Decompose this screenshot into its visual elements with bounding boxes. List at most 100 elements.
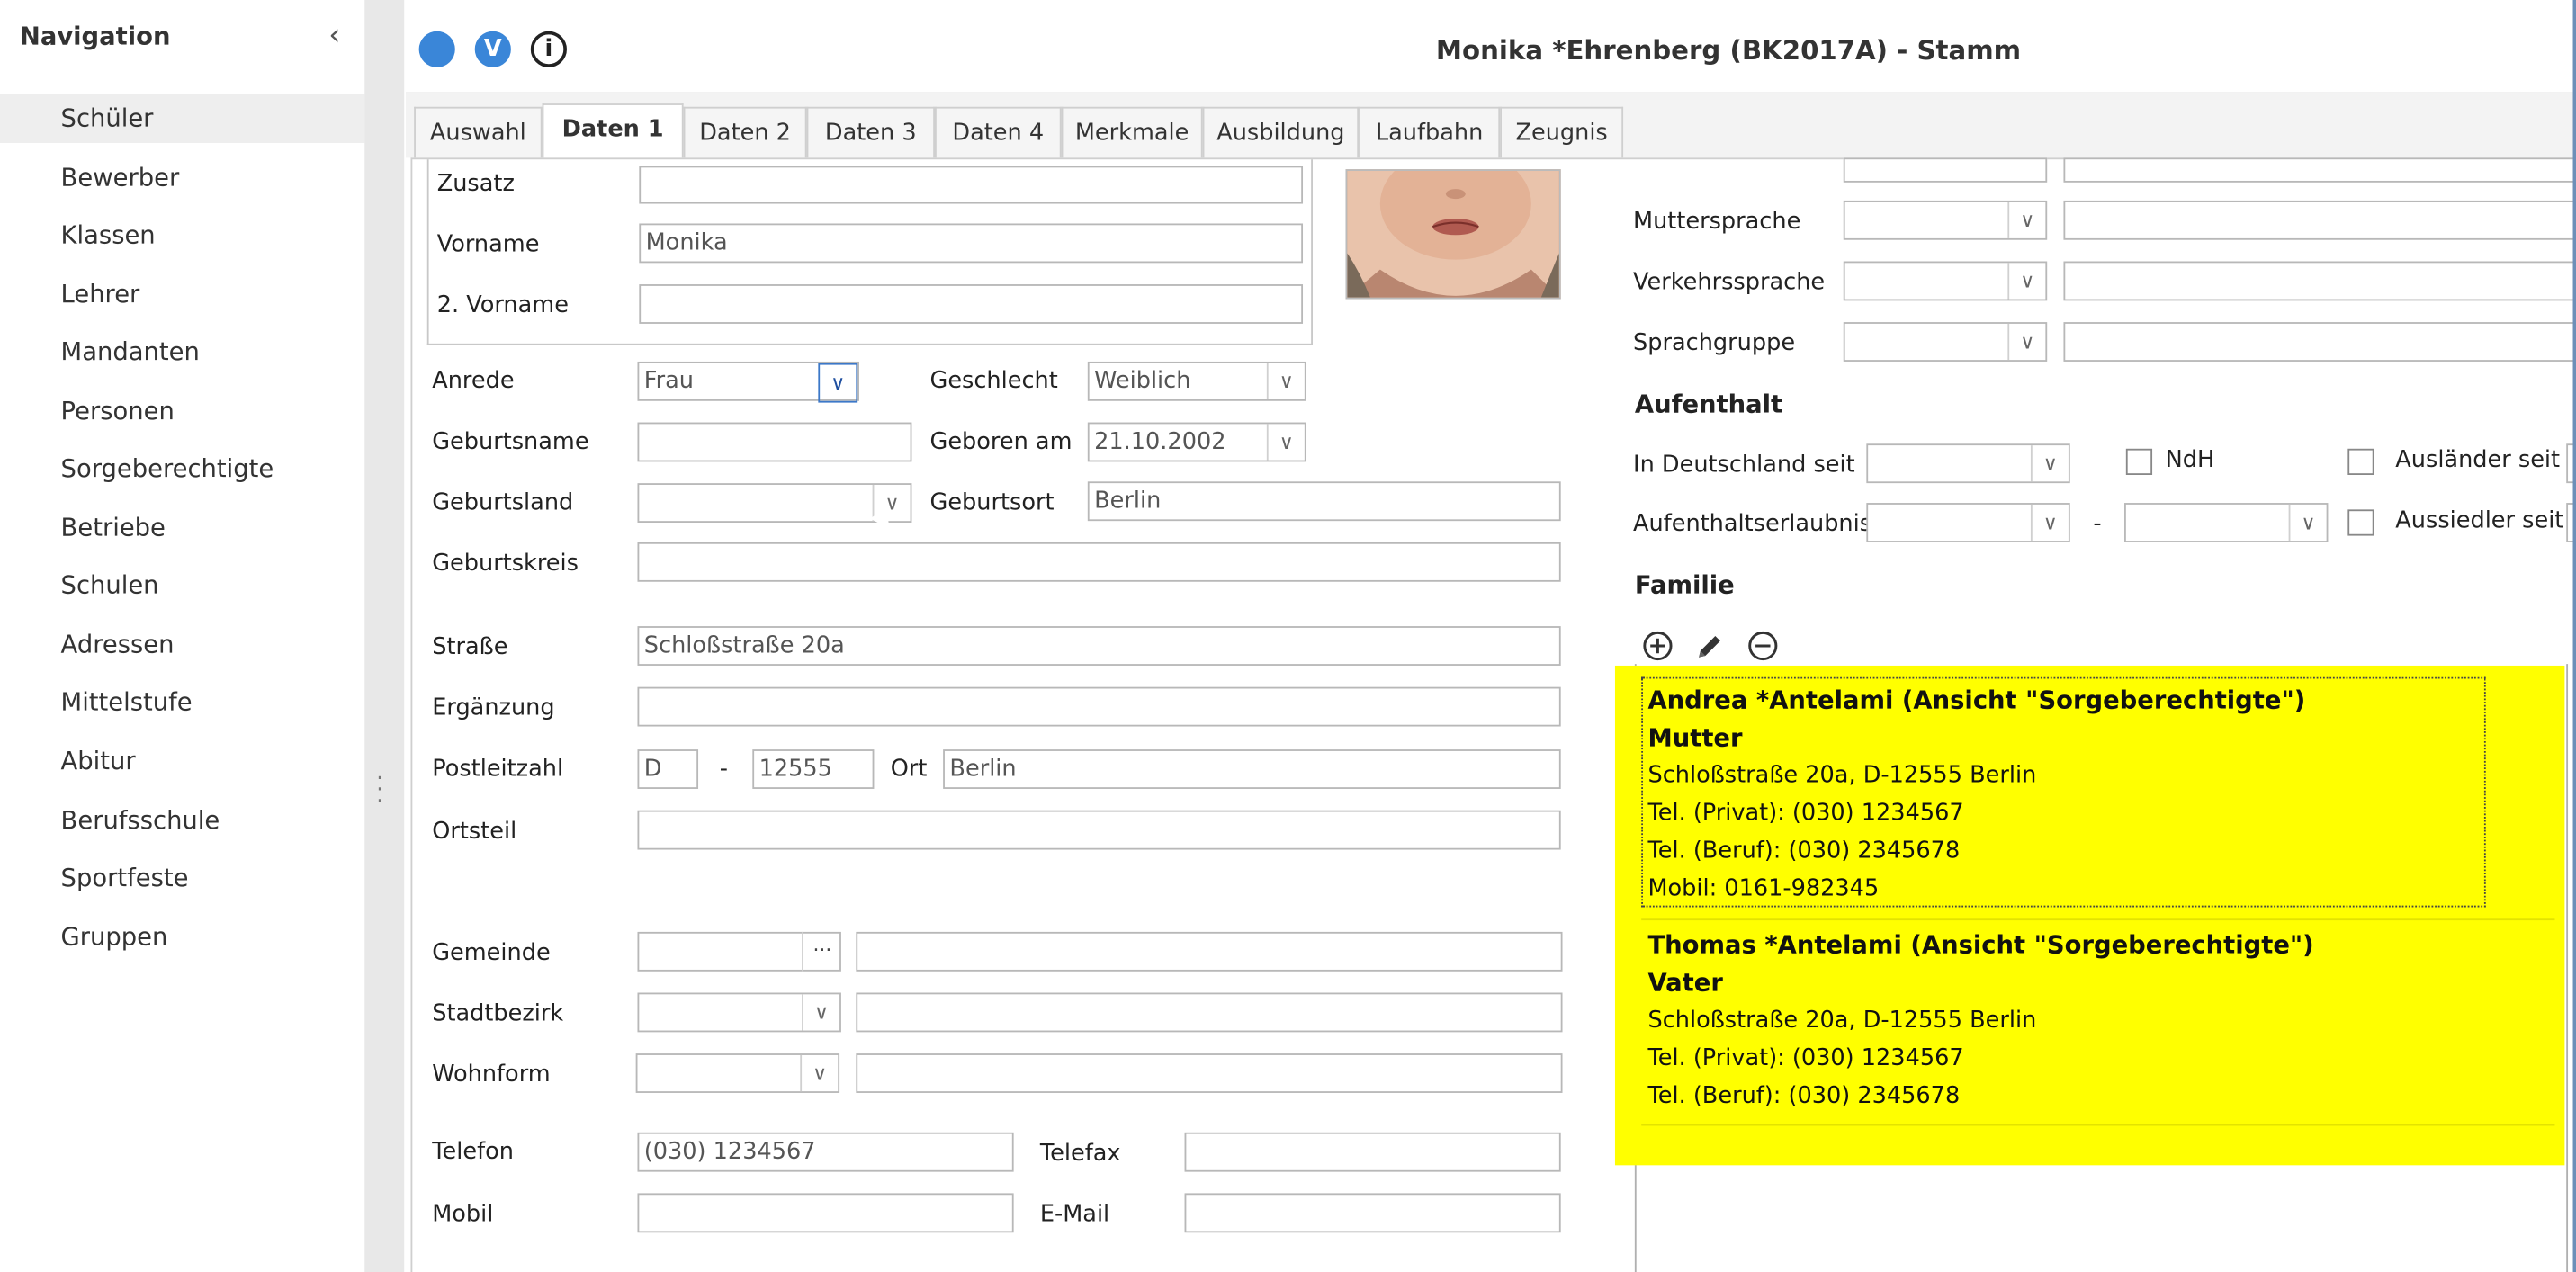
nav-item-schulen[interactable]: Schulen	[0, 560, 364, 610]
v-icon[interactable]: V	[474, 31, 511, 67]
mobil-field[interactable]	[637, 1193, 1014, 1233]
nav-item-gruppen[interactable]: Gruppen	[0, 912, 364, 962]
chevron-down-icon[interactable]: ∨	[1266, 424, 1305, 461]
strasse-label: Straße	[432, 634, 508, 661]
chevron-down-icon[interactable]: ∨	[2030, 445, 2069, 482]
nav-item-sorgeberechtigte[interactable]: Sorgeberechtigte	[0, 443, 364, 493]
nav-item-mittelstufe[interactable]: Mittelstufe	[0, 677, 364, 727]
wohnform-dropdown[interactable]: ∨	[635, 1053, 840, 1093]
remove-circle-icon[interactable]	[1746, 630, 1780, 663]
verkehrssprache-label: Verkehrssprache	[1633, 269, 1826, 296]
nav-item-personen[interactable]: Personen	[0, 386, 364, 435]
geburtsort-field[interactable]: Berlin	[1087, 481, 1561, 522]
familie-entry-tel-privat: Tel. (Privat): (030) 1234567	[1647, 800, 1964, 827]
aufenthaltserlaubnis-dropdown[interactable]: ∨	[1866, 503, 2070, 542]
tab-daten-3[interactable]: Daten 3	[806, 106, 935, 158]
auslaender-seit-checkbox[interactable]	[2347, 448, 2374, 476]
chevron-down-icon[interactable]: ∨	[802, 994, 839, 1031]
muttersprache-text-field[interactable]	[2063, 200, 2576, 240]
aufenthaltserlaubnis-bis-dropdown[interactable]: ∨	[2124, 503, 2329, 542]
add-circle-icon[interactable]	[1641, 630, 1674, 663]
partial-dropdown[interactable]	[1843, 157, 2048, 183]
wohnform-name-field[interactable]	[856, 1053, 1563, 1093]
ortsteil-field[interactable]	[637, 810, 1561, 850]
anrede-dropdown[interactable]: Frau ∨	[637, 361, 859, 403]
nav-item-sportfeste[interactable]: Sportfeste	[0, 853, 364, 902]
drag-handle-icon[interactable]: · · ·	[376, 767, 383, 813]
familie-entry-name[interactable]: Thomas *Antelami (Ansicht "Sorgeberechti…	[1647, 930, 2313, 960]
panel-splitter[interactable]	[364, 0, 405, 1272]
tab-auswahl[interactable]: Auswahl	[414, 106, 543, 158]
tab-daten-1[interactable]: Daten 1	[542, 103, 684, 158]
sprachgruppe-dropdown[interactable]: ∨	[1843, 322, 2048, 362]
gemeinde-name-field[interactable]	[856, 931, 1563, 972]
ort-label: Ort	[890, 756, 928, 783]
pencil-icon[interactable]	[1694, 630, 1728, 663]
geschlecht-label: Geschlecht	[929, 368, 1058, 395]
strasse-field[interactable]: Schloßstraße 20a	[637, 626, 1561, 666]
email-field[interactable]	[1184, 1193, 1561, 1233]
stadtbezirk-name-field[interactable]	[856, 992, 1563, 1033]
email-label: E-Mail	[1039, 1201, 1110, 1228]
chevron-down-icon[interactable]: ∨	[2007, 263, 2045, 300]
nav-item-betriebe[interactable]: Betriebe	[0, 503, 364, 552]
student-photo[interactable]	[1345, 169, 1561, 300]
nav-item-berufsschule[interactable]: Berufsschule	[0, 795, 364, 845]
chevron-down-icon[interactable]: ∨	[2288, 504, 2327, 542]
geburtsname-field[interactable]	[637, 422, 912, 462]
chevron-down-icon[interactable]: ∨	[818, 363, 858, 403]
geschlecht-value: Weiblich	[1094, 368, 1191, 395]
collapse-chevron-icon[interactable]: ‹	[328, 18, 340, 52]
geboren-am-datepicker[interactable]: 21.10.2002 ∨	[1087, 422, 1306, 462]
telefax-field[interactable]	[1184, 1132, 1561, 1172]
nav-item-adressen[interactable]: Adressen	[0, 620, 364, 669]
tab-merkmale[interactable]: Merkmale	[1061, 106, 1203, 158]
chevron-down-icon[interactable]: ∨	[2007, 202, 2045, 238]
stadtbezirk-dropdown[interactable]: ∨	[637, 992, 841, 1033]
chevron-down-icon[interactable]: ∨	[2007, 323, 2045, 361]
partial-field[interactable]	[2063, 157, 2576, 183]
country-code-field[interactable]: D	[637, 749, 699, 789]
tab-zeugnis[interactable]: Zeugnis	[1500, 106, 1624, 158]
info-icon[interactable]: i	[530, 31, 567, 67]
geburtskreis-field[interactable]	[637, 542, 1561, 582]
nav-item-schueler[interactable]: Schüler	[0, 94, 365, 143]
in-deutschland-seit-dropdown[interactable]: ∨	[1866, 443, 2070, 484]
verkehrssprache-dropdown[interactable]: ∨	[1843, 261, 2048, 301]
tab-daten-4[interactable]: Daten 4	[934, 106, 1062, 158]
vorname-field[interactable]: Monika	[639, 223, 1304, 264]
vorname2-field[interactable]	[639, 284, 1304, 324]
aussiedler-seit-label: Aussiedler seit	[2395, 507, 2564, 534]
zusatz-field[interactable]	[639, 166, 1304, 204]
geschlecht-dropdown[interactable]: Weiblich ∨	[1087, 361, 1306, 401]
navigation-panel: Navigation ‹ Schüler Bewerber Klassen Le…	[0, 0, 367, 1272]
postleitzahl-field[interactable]: 12555	[752, 749, 875, 789]
ergaenzung-field[interactable]	[637, 686, 1561, 727]
gemeinde-lookup-button[interactable]: ···	[802, 931, 841, 972]
muttersprache-dropdown[interactable]: ∨	[1843, 200, 2048, 240]
stadtbezirk-label: Stadtbezirk	[432, 1000, 564, 1027]
nav-item-bewerber[interactable]: Bewerber	[0, 153, 364, 202]
aussiedler-seit-checkbox[interactable]	[2347, 509, 2374, 536]
anrede-value: Frau	[643, 368, 695, 395]
chevron-down-icon[interactable]: ∨	[2030, 504, 2069, 542]
postleitzahl-label: Postleitzahl	[432, 756, 564, 783]
ort-field[interactable]: Berlin	[943, 749, 1561, 789]
familie-entry-name[interactable]: Andrea *Antelami (Ansicht "Sorgeberechti…	[1647, 685, 2305, 715]
chevron-down-icon[interactable]: ∨	[1266, 363, 1305, 399]
verkehrssprache-text-field[interactable]	[2063, 261, 2576, 301]
nav-item-klassen[interactable]: Klassen	[0, 211, 364, 260]
nav-item-abitur[interactable]: Abitur	[0, 736, 364, 785]
app-window: Navigation ‹ Schüler Bewerber Klassen Le…	[0, 0, 2576, 1272]
nav-item-lehrer[interactable]: Lehrer	[0, 270, 364, 319]
tab-daten-2[interactable]: Daten 2	[683, 106, 807, 158]
circle-icon[interactable]	[418, 31, 455, 67]
mobil-label: Mobil	[432, 1201, 494, 1228]
tab-laufbahn[interactable]: Laufbahn	[1359, 106, 1501, 158]
sprachgruppe-text-field[interactable]	[2063, 322, 2576, 362]
telefon-field[interactable]: (030) 1234567	[637, 1132, 1014, 1172]
nav-item-mandanten[interactable]: Mandanten	[0, 327, 364, 377]
ndh-checkbox[interactable]	[2125, 448, 2153, 476]
tab-ausbildung[interactable]: Ausbildung	[1202, 106, 1360, 158]
chevron-down-icon[interactable]: ∨	[800, 1054, 838, 1092]
